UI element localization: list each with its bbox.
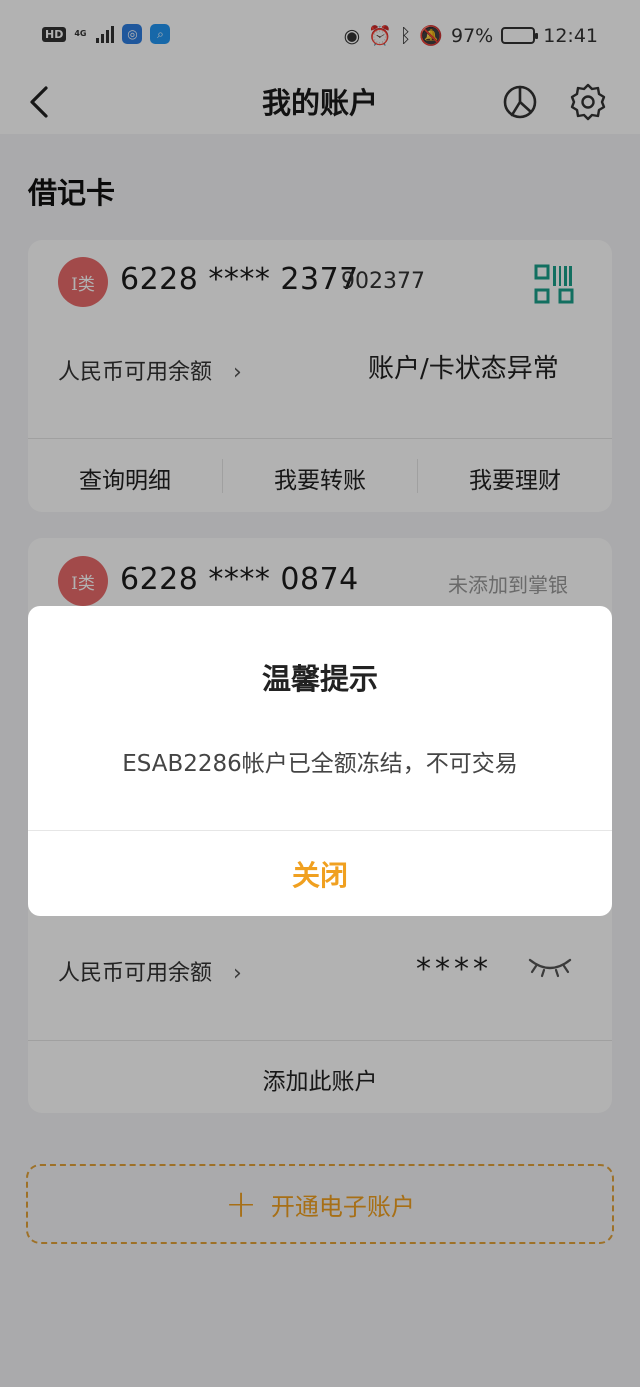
dialog-title: 温馨提示 xyxy=(261,662,378,696)
close-button[interactable]: 关闭 xyxy=(28,831,612,916)
alert-dialog: 温馨提示 ESAB2286帐户已全额冻结，不可交易 关闭 xyxy=(28,606,612,916)
dialog-message: ESAB2286帐户已全额冻结，不可交易 xyxy=(122,751,518,777)
